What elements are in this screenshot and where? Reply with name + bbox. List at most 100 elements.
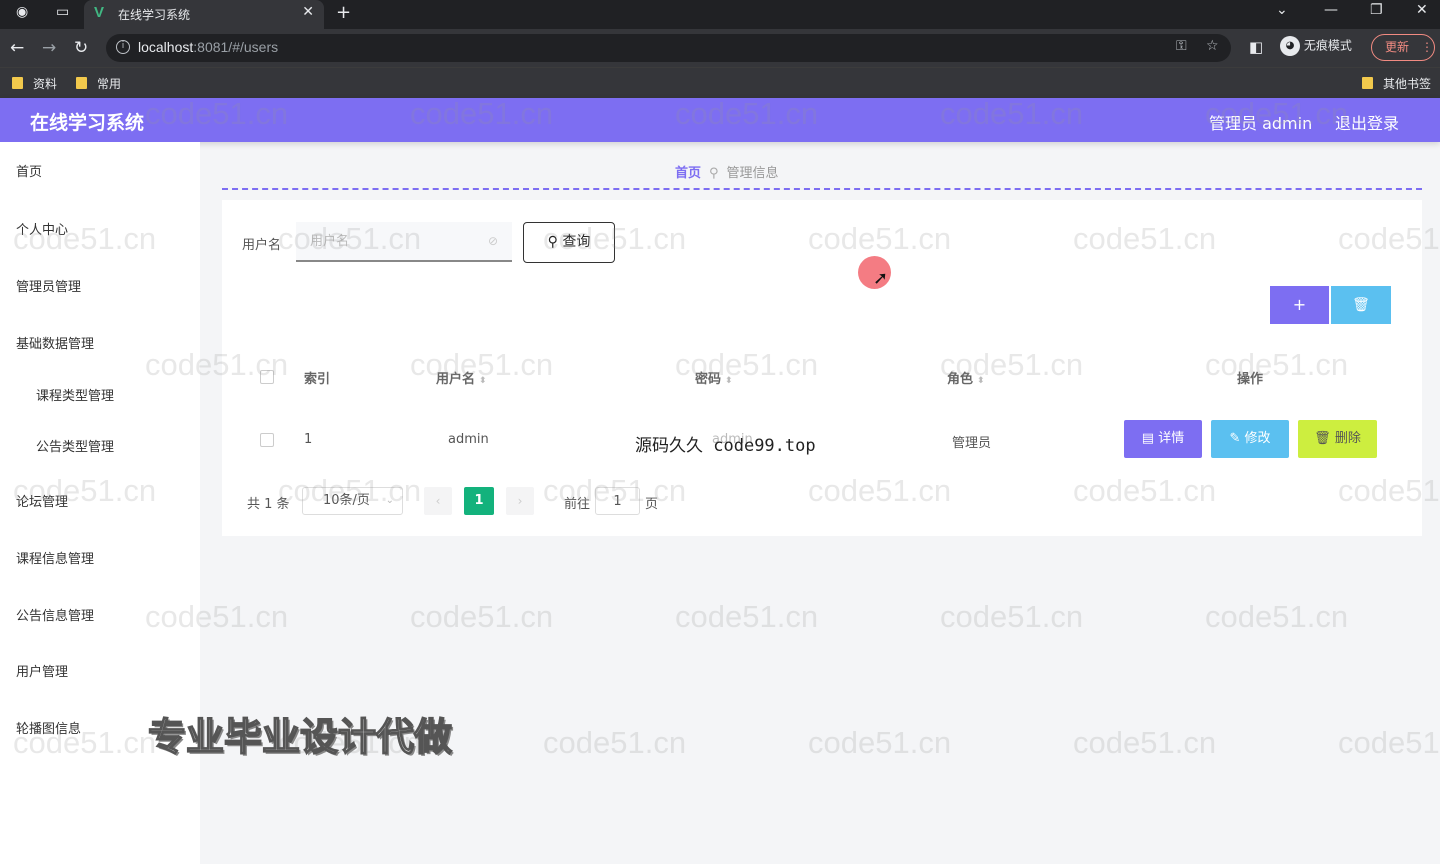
sidebar-panel-icon[interactable]: ◧ [1249, 38, 1263, 56]
sort-icon[interactable]: ⬍ [725, 376, 733, 386]
edit-button[interactable]: ✎ 修改 [1211, 420, 1289, 458]
reload-icon[interactable]: ↻ [74, 38, 88, 58]
folder-icon [76, 77, 87, 89]
breadcrumb-separator-icon: ⚲ [709, 166, 719, 181]
search-label: 用户名 [242, 238, 282, 253]
update-button[interactable]: 更新 ⋮ [1371, 34, 1435, 61]
column-label: 角色 [947, 372, 974, 387]
close-window-icon[interactable]: ✕ [1416, 2, 1428, 18]
page-unit-label: 页 [645, 497, 659, 512]
source-url: code99.top [713, 436, 816, 456]
page-size-select[interactable]: 10条/页 ⌄ [302, 487, 403, 515]
sidebar-item-profile[interactable]: 个人中心 [16, 219, 68, 238]
breadcrumb-home[interactable]: 首页 [675, 166, 701, 181]
cell-index: 1 [304, 432, 313, 447]
prev-page-button[interactable]: ‹ [424, 487, 452, 515]
watermark: code51.cn [675, 599, 819, 634]
search-icon: ⚲ [547, 234, 563, 250]
minimize-icon[interactable]: — [1324, 2, 1338, 18]
new-tab-icon[interactable]: + [336, 2, 351, 23]
goto-page-input[interactable] [595, 487, 640, 515]
column-label: 用户名 [436, 372, 476, 387]
clear-icon[interactable]: ⊘ [488, 234, 498, 248]
watermark: code51.cn [940, 599, 1084, 634]
edit-label: 修改 [1244, 431, 1271, 446]
folder-icon [1362, 77, 1373, 89]
sort-icon[interactable]: ⬍ [977, 376, 985, 386]
query-label: 查询 [562, 234, 591, 250]
update-label: 更新 [1385, 40, 1410, 54]
site-info-icon[interactable]: i [116, 40, 130, 54]
cell-role: 管理员 [952, 436, 992, 451]
watermark: code51.cn [543, 725, 687, 760]
search-input[interactable] [296, 222, 512, 262]
incognito-label: 无痕模式 [1303, 38, 1352, 53]
restore-icon[interactable]: ❐ [1370, 2, 1383, 18]
watermark: code51.cn [410, 599, 554, 634]
browser-tab-bar: ◉ ▭ V 在线学习系统 ✕ + ⌄ — ❐ ✕ [0, 0, 1440, 29]
bookmark-star-icon[interactable]: ☆ [1206, 38, 1219, 54]
browser-tab[interactable]: V 在线学习系统 ✕ [84, 0, 324, 29]
sidebar-item-carousel[interactable]: 轮播图信息 [16, 718, 81, 737]
sidebar-item-forum[interactable]: 论坛管理 [16, 491, 68, 510]
next-page-button[interactable]: › [506, 487, 534, 515]
forward-icon[interactable]: → [42, 38, 56, 58]
delete-button[interactable]: 🗑 删除 [1298, 420, 1377, 458]
current-page[interactable]: 1 [464, 487, 494, 515]
trash-icon: 🗑 [1352, 297, 1370, 313]
query-button[interactable]: ⚲ 查询 [523, 222, 615, 263]
app-header: 在线学习系统 管理员 admin 退出登录 [0, 98, 1440, 142]
pencil-icon: ✎ [1229, 431, 1245, 446]
key-icon[interactable]: ⚿ [1176, 38, 1187, 54]
select-all-checkbox[interactable] [260, 370, 274, 384]
tab-search-icon[interactable]: ▭ [56, 4, 69, 20]
sidebar-item-basic-data[interactable]: 基础数据管理 [16, 333, 94, 352]
watermark: code51.cn [808, 725, 952, 760]
more-menu-icon: ⋮ [1421, 40, 1434, 54]
column-index: 索引 [304, 372, 331, 387]
bookmark-folder-2[interactable]: 常用 [76, 75, 121, 92]
sort-icon[interactable]: ⬍ [479, 376, 487, 386]
column-role[interactable]: 角色 ⬍ [947, 368, 985, 387]
sidebar-item-users[interactable]: 用户管理 [16, 661, 68, 680]
sidebar-item-notices[interactable]: 公告信息管理 [16, 605, 94, 624]
url-text: localhost:8081/#/users [138, 39, 279, 55]
sidebar-item-notice-types[interactable]: 公告类型管理 [36, 436, 114, 455]
divider [222, 188, 1422, 190]
app-title: 在线学习系统 [30, 112, 145, 134]
breadcrumb: 首页 ⚲ 管理信息 [675, 162, 779, 181]
other-bookmarks[interactable]: 其他书签 [1362, 75, 1431, 92]
column-password[interactable]: 密码 ⬍ [695, 368, 733, 387]
add-button[interactable]: + [1270, 286, 1329, 324]
pagination-total: 共 1 条 [247, 497, 290, 512]
back-icon[interactable]: ← [10, 38, 24, 58]
folder-icon [12, 77, 23, 89]
trash-icon: 🗑 [1314, 431, 1335, 446]
ad-overlay: 专业毕业设计代做 [147, 714, 453, 760]
sidebar-item-admins[interactable]: 管理员管理 [16, 276, 81, 295]
bookmark-folder-1[interactable]: 资料 [12, 75, 57, 92]
sidebar-item-courses[interactable]: 课程信息管理 [16, 548, 94, 567]
detail-button[interactable]: ▤ 详情 [1124, 420, 1202, 458]
url-field[interactable]: i localhost:8081/#/users ⚿ ☆ [106, 34, 1231, 62]
tab-title: 在线学习系统 [118, 8, 191, 22]
browser-menu-icon[interactable]: ◉ [16, 4, 28, 20]
column-username[interactable]: 用户名 ⬍ [436, 368, 487, 387]
sidebar-item-home[interactable]: 首页 [16, 161, 42, 180]
logout-link[interactable]: 退出登录 [1335, 110, 1399, 134]
watermark: code51.cn [1338, 725, 1440, 760]
source-text: 源码久久 [635, 436, 703, 456]
incognito-indicator[interactable]: ◕ 无痕模式 [1280, 36, 1352, 58]
sidebar-item-course-types[interactable]: 课程类型管理 [36, 385, 114, 404]
tab-list-icon[interactable]: ⌄ [1276, 2, 1288, 18]
document-icon: ▤ [1141, 431, 1159, 446]
delete-label: 删除 [1334, 431, 1361, 446]
breadcrumb-current: 管理信息 [726, 166, 779, 181]
current-user: 管理员 admin [1209, 114, 1313, 133]
batch-delete-button[interactable]: 🗑 [1331, 286, 1391, 324]
page-size-value: 10条/页 [323, 493, 370, 508]
row-checkbox[interactable] [260, 433, 274, 447]
tab-close-icon[interactable]: ✕ [302, 4, 314, 20]
goto-label: 前往 [564, 497, 591, 512]
column-actions: 操作 [1237, 372, 1264, 387]
